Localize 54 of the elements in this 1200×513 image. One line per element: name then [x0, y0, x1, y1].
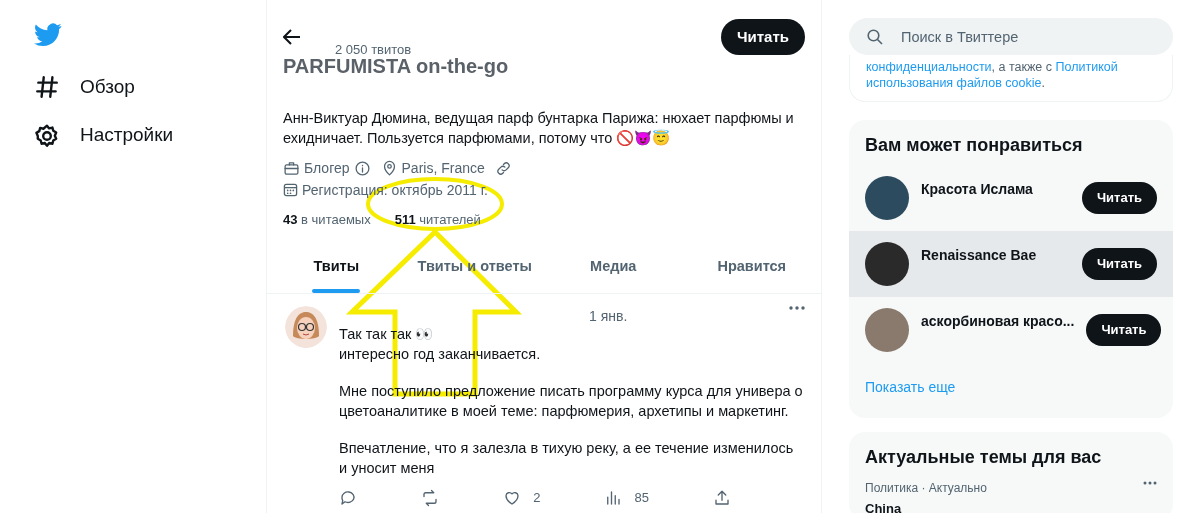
more-icon[interactable]: [1143, 481, 1157, 485]
hashtag-icon: [34, 74, 60, 100]
avatar-placeholder: [865, 308, 909, 352]
suggestion-row[interactable]: аскорбиновая красо... Читать: [849, 297, 1173, 363]
tweet-date[interactable]: 1 янв.: [589, 306, 628, 324]
following-link[interactable]: 43 в читаемых: [283, 212, 371, 227]
trend-topic[interactable]: China: [865, 502, 902, 513]
calendar-icon: [283, 182, 298, 197]
profile-job: Блогер: [304, 159, 350, 177]
avatar-placeholder: [865, 176, 909, 220]
profile-tab[interactable]: Твиты: [267, 241, 406, 293]
follow-button[interactable]: Читать: [1081, 182, 1157, 214]
profile-tab[interactable]: Нравится: [682, 241, 821, 293]
follow-button[interactable]: Читать: [1086, 314, 1162, 346]
avatar-placeholder: [865, 242, 909, 286]
reply-icon: [339, 488, 357, 507]
tweet-action[interactable]: [421, 488, 440, 508]
more-icon[interactable]: [789, 306, 805, 310]
bird-logo-icon[interactable]: [34, 22, 62, 47]
profile-name: PARFUMISTA on-the-go: [283, 56, 509, 76]
suggestion-row[interactable]: Renaissance Bae Читать: [849, 231, 1173, 297]
profile-tab[interactable]: Медиа: [544, 241, 683, 293]
follow-button[interactable]: Читать: [720, 18, 805, 56]
share-icon: [712, 488, 731, 507]
retweet-icon: [421, 488, 440, 507]
suggestion-row[interactable]: Красота Ислама Читать: [849, 165, 1173, 231]
tweet-action[interactable]: 85: [604, 488, 649, 508]
account-name: Renaissance Bae: [921, 245, 1038, 265]
back-arrow-icon[interactable]: [283, 29, 301, 45]
account-name: Красота Ислама: [921, 179, 1034, 199]
section-title: Вам может понравиться: [864, 134, 1084, 157]
avatar-drawing[interactable]: [285, 306, 327, 348]
info-icon: [353, 159, 371, 177]
tweet-action[interactable]: [712, 488, 731, 508]
account-name: аскорбиновая красо...: [921, 311, 1075, 331]
search-icon: [867, 29, 883, 45]
tweet-action[interactable]: 2: [503, 488, 541, 508]
settings-icon: [34, 122, 60, 149]
tweet-paragraph: Впечатление, что я залезла в тихую реку, а ее течение изменилось и уносит меня: [339, 439, 795, 478]
followers-link[interactable]: 511 читателей: [394, 212, 481, 227]
profile-location: Paris, France: [401, 159, 485, 177]
trend-context: Политика · Актуально: [865, 481, 987, 496]
section-title: Актуальные темы для вас: [864, 446, 1103, 469]
briefcase-icon: [283, 159, 300, 177]
bar-chart-icon: [604, 488, 623, 507]
notice-text: конфиденциальности, а также с Политикой: [866, 59, 1119, 75]
nav-item[interactable]: Обзор: [34, 62, 135, 112]
tweet-count: 2 050 твитов: [335, 41, 412, 59]
link-icon: [494, 159, 512, 177]
notice-text: использования файлов cookie.: [866, 75, 1046, 91]
profile-bio: Анн-Виктуар Дюмина, ведущая парф бунтарка Парижа: нюхает парфюмы и ехидничает. Пользуется парфюмами, потому что 🚫😈😇: [282, 109, 795, 148]
nav-item[interactable]: Настройки: [34, 111, 174, 160]
follow-button[interactable]: Читать: [1081, 248, 1157, 280]
search-field[interactable]: Поиск в Твиттере: [849, 18, 1173, 55]
